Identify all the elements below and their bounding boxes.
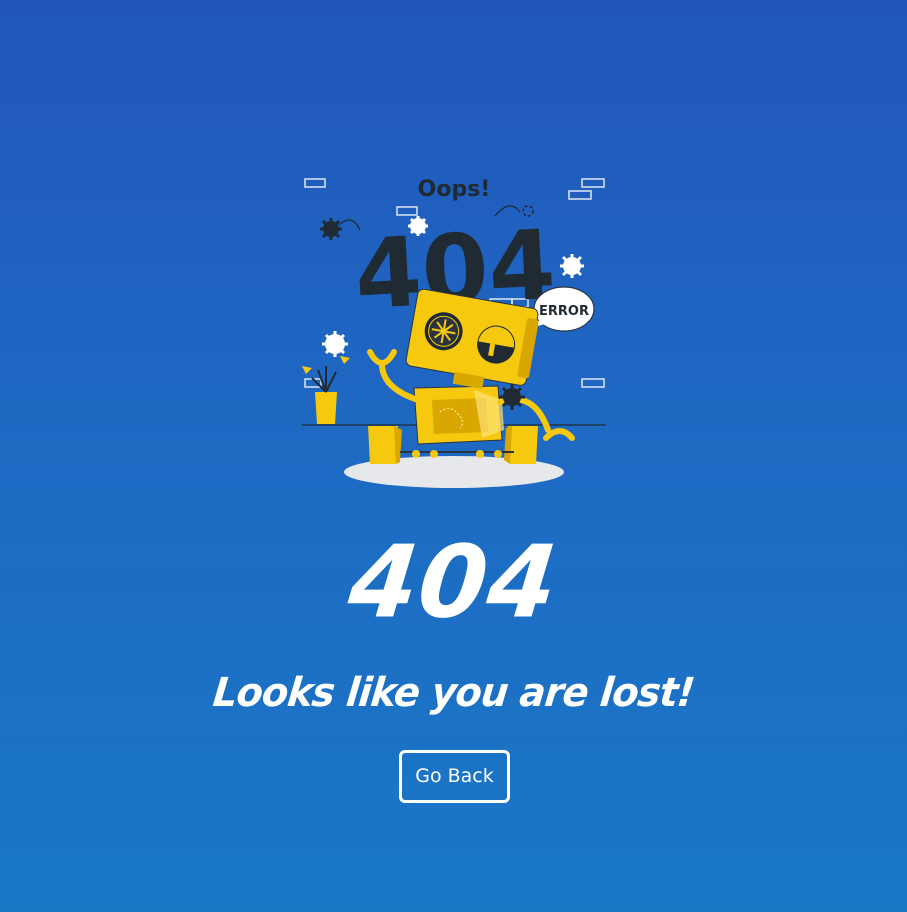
error-bubble-text: ERROR: [539, 304, 589, 319]
plant-pot: [302, 356, 350, 424]
gear-icon: [408, 216, 428, 236]
robot-404-illustration: Oops! 404 ERROR: [302, 177, 606, 488]
go-back-button[interactable]: Go Back: [399, 750, 510, 803]
error-illustration: Oops! 404 ERROR: [290, 168, 620, 498]
gear-icon: [560, 254, 584, 278]
error-code-heading: 404: [343, 524, 564, 642]
oops-text: Oops!: [418, 177, 491, 202]
robot-body: [413, 385, 504, 445]
lost-message-heading: Looks like you are lost!: [210, 670, 697, 716]
gear-icon: [322, 331, 348, 357]
